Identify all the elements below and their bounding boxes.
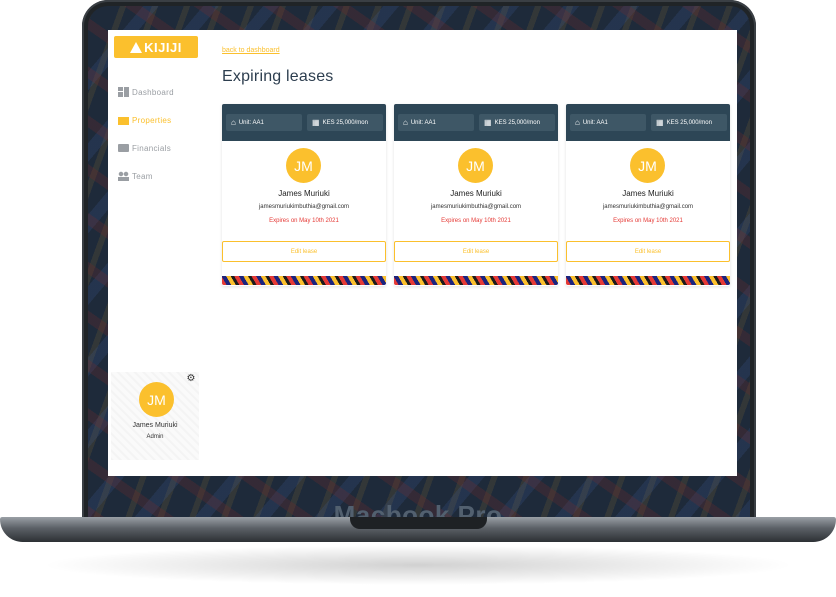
gear-icon[interactable]: ⚙: [186, 374, 196, 384]
lease-expiry: Expires on May 10th 2021: [269, 218, 339, 224]
tenant-name: James Muriuki: [450, 189, 502, 198]
money-icon: ▦: [656, 117, 664, 127]
tenant-avatar: JM: [286, 148, 321, 183]
brand-name: KIJIJI: [144, 39, 182, 55]
unit-label: Unit: AA1: [238, 119, 264, 126]
sidebar: KIJIJI Dashboard Properties Financials T…: [108, 30, 203, 476]
money-icon: ▦: [484, 117, 492, 127]
rent-label: KES 25,000/mon: [666, 119, 712, 126]
building-icon: [118, 115, 129, 125]
lease-expiry: Expires on May 10th 2021: [613, 218, 683, 224]
house-icon: ⌂: [403, 117, 408, 127]
unit-label: Unit: AA1: [582, 119, 608, 126]
lease-card-list: ⌂ Unit: AA1 ▦ KES 25,000/mon JM James Mu…: [222, 104, 731, 286]
rent-chip: ▦ KES 25,000/mon: [307, 114, 383, 131]
lease-card: ⌂ Unit: AA1 ▦ KES 25,000/mon JM James Mu…: [566, 104, 730, 286]
money-icon: ▦: [312, 117, 320, 127]
lease-card: ⌂ Unit: AA1 ▦ KES 25,000/mon JM James Mu…: [222, 104, 386, 286]
logo-icon: [130, 41, 143, 53]
back-to-dashboard-link[interactable]: back to dashboard: [222, 47, 280, 54]
tenant-email: jamesmuriukimbuthia@gmail.com: [602, 204, 694, 210]
briefcase-icon: [118, 144, 129, 152]
profile-role: Admin: [146, 434, 164, 440]
rent-chip: ▦ KES 25,000/mon: [479, 114, 555, 131]
tenant-avatar: JM: [458, 148, 493, 183]
sidebar-item-label: Dashboard: [132, 87, 174, 97]
sidebar-item-label: Properties: [132, 115, 172, 125]
house-icon: ⌂: [575, 117, 580, 127]
tenant-email: jamesmuriukimbuthia@gmail.com: [258, 204, 350, 210]
laptop-notch: [350, 517, 487, 529]
sidebar-nav: Dashboard Properties Financials Team: [118, 78, 203, 190]
tenant-avatar: JM: [630, 148, 665, 183]
lease-card: ⌂ Unit: AA1 ▦ KES 25,000/mon JM James Mu…: [394, 104, 558, 286]
unit-chip: ⌂ Unit: AA1: [226, 114, 302, 131]
unit-chip: ⌂ Unit: AA1: [570, 114, 646, 131]
sidebar-item-team[interactable]: Team: [118, 162, 203, 190]
device-shadow: [40, 545, 796, 585]
lease-card-header: ⌂ Unit: AA1 ▦ KES 25,000/mon: [566, 104, 730, 141]
unit-chip: ⌂ Unit: AA1: [398, 114, 474, 131]
sidebar-item-properties[interactable]: Properties: [118, 106, 203, 134]
tenant-name: James Muriuki: [622, 189, 674, 198]
edit-lease-button[interactable]: Edit lease: [394, 241, 558, 262]
lease-card-header: ⌂ Unit: AA1 ▦ KES 25,000/mon: [222, 104, 386, 141]
dashboard-icon: [118, 87, 129, 97]
profile-name: James Muriuki: [132, 422, 178, 429]
rent-label: KES 25,000/mon: [494, 119, 540, 126]
page-title: Expiring leases: [222, 68, 334, 85]
rent-chip: ▦ KES 25,000/mon: [651, 114, 727, 131]
team-icon: [118, 171, 129, 181]
card-pattern-strip: [222, 276, 386, 285]
unit-label: Unit: AA1: [410, 119, 436, 126]
card-pattern-strip: [566, 276, 730, 285]
card-pattern-strip: [394, 276, 558, 285]
tenant-email: jamesmuriukimbuthia@gmail.com: [430, 204, 522, 210]
sidebar-item-label: Financials: [132, 143, 172, 153]
tenant-name: James Muriuki: [278, 189, 330, 198]
app-screen: KIJIJI Dashboard Properties Financials T…: [108, 30, 737, 476]
device-mockup: Macbook Pro KIJIJI Dashboard Properties: [0, 0, 836, 597]
edit-lease-button[interactable]: Edit lease: [222, 241, 386, 262]
house-icon: ⌂: [231, 117, 236, 127]
avatar[interactable]: JM: [139, 382, 174, 417]
brand-logo[interactable]: KIJIJI: [114, 36, 198, 58]
sidebar-item-label: Team: [132, 171, 153, 181]
lease-expiry: Expires on May 10th 2021: [441, 218, 511, 224]
sidebar-item-dashboard[interactable]: Dashboard: [118, 78, 203, 106]
rent-label: KES 25,000/mon: [322, 119, 368, 126]
sidebar-item-financials[interactable]: Financials: [118, 134, 203, 162]
edit-lease-button[interactable]: Edit lease: [566, 241, 730, 262]
lease-card-header: ⌂ Unit: AA1 ▦ KES 25,000/mon: [394, 104, 558, 141]
profile-card: JM James Muriuki Admin: [111, 372, 199, 460]
